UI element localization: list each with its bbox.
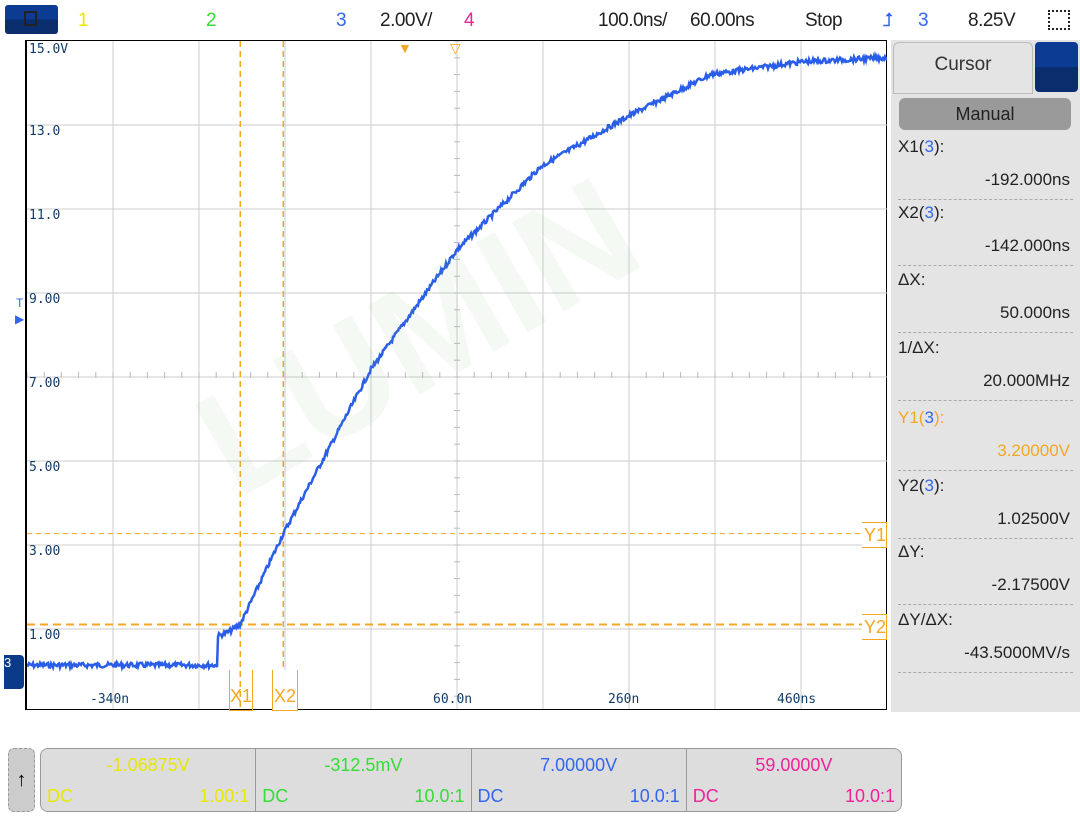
y-tick-label: 13.0 <box>29 124 61 139</box>
row-source: 3 <box>924 137 934 156</box>
divider <box>898 265 1073 266</box>
y-tick-label: 3.00 <box>29 544 61 559</box>
channel-offset: 7.00000V <box>540 755 618 775</box>
divider <box>898 672 1073 673</box>
trigger-edge-icon: ⮥ <box>882 10 893 31</box>
channel-2-info[interactable]: -312.5mV DC 10.0:1 <box>256 749 472 811</box>
divider <box>898 538 1073 539</box>
channel-1-info[interactable]: -1.06875V DC 1.00:1 <box>41 749 257 811</box>
channel-coupling: DC <box>692 786 719 806</box>
cursor-row-label: 1/ΔX: <box>898 338 940 358</box>
cursor-mode-button[interactable]: Manual <box>899 98 1071 130</box>
cursor-tab[interactable]: Cursor <box>893 42 1033 94</box>
channel-4-label[interactable]: 4 <box>464 10 475 32</box>
main-menu-button[interactable] <box>5 5 58 34</box>
menu-icon <box>24 11 37 26</box>
channel-probe-ratio: 1.00:1 <box>199 786 250 806</box>
cursor-x1-handle[interactable]: X1 <box>229 670 253 711</box>
cursor-row-label: Y1(3): <box>898 408 945 427</box>
cursor-row-label: ΔX: <box>898 270 925 290</box>
channel-probe-ratio: 10.0:1 <box>629 786 680 806</box>
channel-2-label[interactable]: 2 <box>206 10 217 32</box>
scroll-up-button[interactable]: ↑ <box>8 748 35 812</box>
y-tick-label: 11.0 <box>29 208 61 223</box>
row-label: X2 <box>898 203 919 222</box>
cursor-row-value: -2.17500V <box>991 575 1070 594</box>
cursor-y2-handle[interactable]: Y2 <box>862 614 887 640</box>
cursor-row-label: ΔY/ΔX: <box>898 610 953 630</box>
x-tick-label: 60.0n <box>433 692 473 707</box>
delay-reference-icon: ▽ <box>450 40 461 56</box>
select-box-icon[interactable] <box>1048 10 1070 30</box>
trigger-position-icon[interactable]: ▼ <box>398 40 412 56</box>
x-tick-label: 260n <box>608 692 640 707</box>
vertical-scale[interactable]: 2.00V/ <box>380 10 432 32</box>
channel-coupling: DC <box>47 786 73 806</box>
y-tick-label: 15.0V <box>29 42 69 57</box>
cursor-x2-handle[interactable]: X2 <box>272 670 298 711</box>
cursor-row-label: ΔY: <box>898 542 924 562</box>
y-tick-label: 7.00 <box>29 376 61 391</box>
trigger-level[interactable]: 8.25V <box>968 10 1016 32</box>
channel-offset: 59.0000V <box>755 755 833 775</box>
row-source: 3 <box>924 408 934 427</box>
cursor-row-label: X2(3): <box>898 203 945 222</box>
cursor-row-value: -142.000ns <box>984 236 1070 255</box>
channel-offset: -1.06875V <box>106 755 190 775</box>
channel-coupling: DC <box>477 786 504 806</box>
channel-1-label[interactable]: 1 <box>78 10 89 32</box>
channel-4-info[interactable]: 59.0000V DC 10.0:1 <box>687 749 901 811</box>
y-tick-label: 5.00 <box>29 460 61 475</box>
cursor-y1-handle[interactable]: Y1 <box>862 522 887 548</box>
divider <box>898 332 1073 333</box>
cursor-row-value: 20.000MHz <box>983 371 1070 390</box>
time-delay[interactable]: 60.00ns <box>690 10 755 32</box>
timebase[interactable]: 100.0ns/ <box>598 10 667 32</box>
divider <box>898 400 1073 401</box>
x-tick-label: -340n <box>90 692 130 707</box>
divider <box>898 604 1073 605</box>
divider <box>898 199 1073 200</box>
trigger-arrow-icon: ▶ <box>15 312 25 326</box>
cursor-row-value: -43.5000MV/s <box>964 643 1070 662</box>
cursor-row-label: X1(3): <box>898 137 945 156</box>
cursor-row-value: 3.20000V <box>997 441 1070 460</box>
divider <box>898 470 1073 471</box>
cursor-row-label: Y2(3): <box>898 476 945 495</box>
row-label: ΔX: <box>898 270 926 289</box>
y-tick-label: 9.00 <box>29 292 61 307</box>
panel-menu-button[interactable] <box>1035 42 1078 92</box>
channel-offset: -312.5mV <box>324 755 403 775</box>
row-label: Y1 <box>898 408 919 427</box>
row-label: ΔY: <box>898 542 925 561</box>
cursor-row-value: 50.000ns <box>1000 303 1070 322</box>
channel-probe-ratio: 10.0:1 <box>844 786 895 806</box>
channel-3-label[interactable]: 3 <box>336 10 347 32</box>
channel-coupling: DC <box>262 786 289 806</box>
run-state[interactable]: Stop <box>805 10 843 32</box>
row-label: Y2 <box>898 476 919 495</box>
channel-bar: -1.06875V DC 1.00:1 -312.5mV DC 10.0:1 7.00000… <box>40 748 902 812</box>
trigger-level-marker[interactable]: T <box>16 296 23 310</box>
row-source: 3 <box>924 476 934 495</box>
x-tick-label: 460ns <box>777 692 817 707</box>
cursor-row-value: -192.000ns <box>984 170 1070 189</box>
row-label: X1 <box>898 137 919 156</box>
cursor-row-value: 1.02500V <box>997 509 1070 528</box>
trigger-source[interactable]: 3 <box>918 10 929 32</box>
channel-3-ground-marker[interactable]: 3 <box>4 655 24 689</box>
row-label: 1/ΔX: <box>898 338 940 357</box>
channel-probe-ratio: 10.0:1 <box>414 786 465 806</box>
y-tick-label: 1.00 <box>29 628 61 643</box>
row-label: ΔY/ΔX: <box>898 610 953 629</box>
row-source: 3 <box>924 203 934 222</box>
channel-3-info[interactable]: 7.00000V DC 10.0:1 <box>472 749 687 811</box>
